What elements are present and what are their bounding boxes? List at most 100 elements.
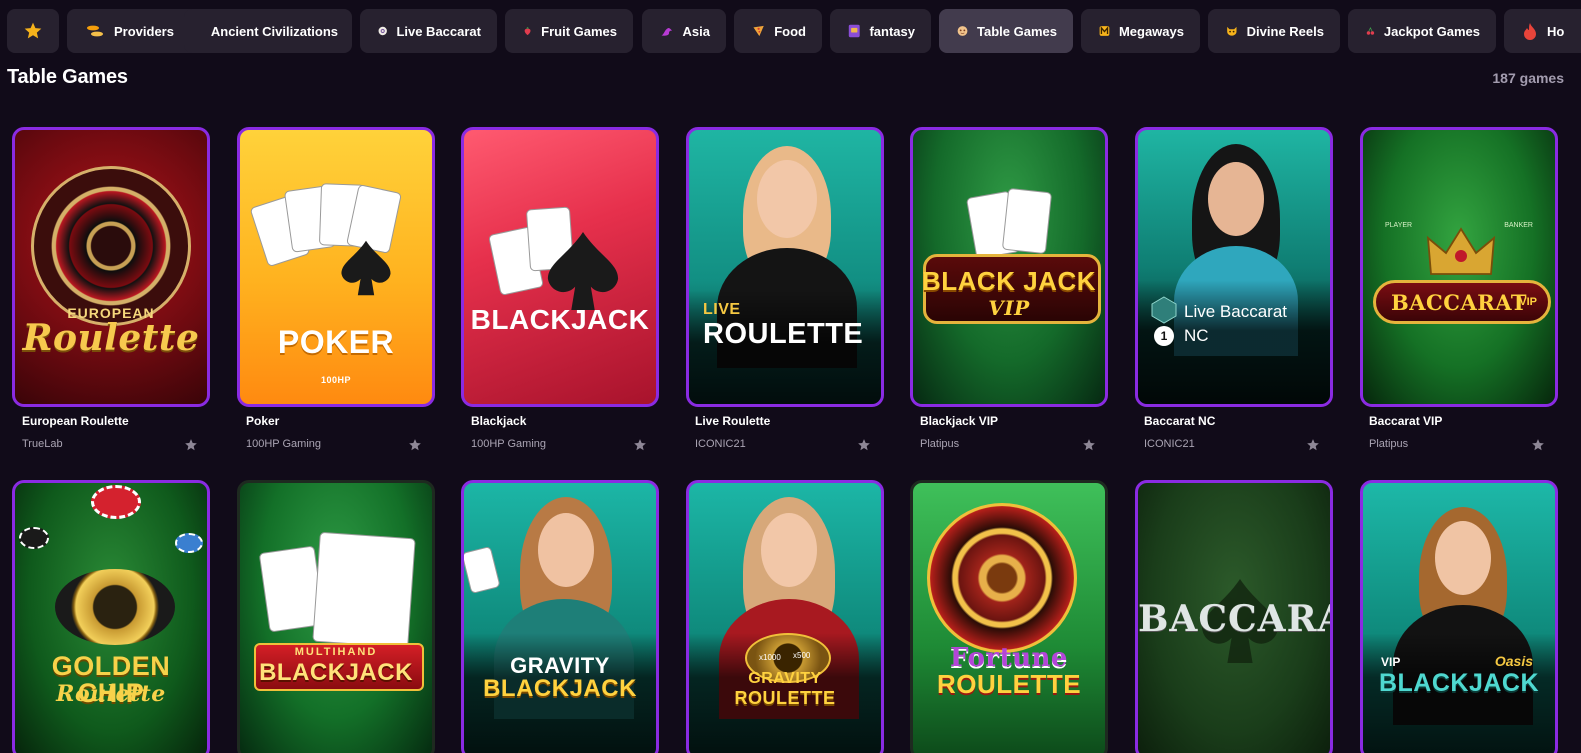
favorite-star-icon[interactable] — [857, 438, 871, 452]
game-art-subtitle: VIP — [1381, 655, 1401, 669]
game-art-title: BLACKJACK — [259, 659, 413, 686]
game-tile-baccarat-nc[interactable]: 1 Live Baccarat NC — [1135, 127, 1333, 407]
game-tile-live-roulette[interactable]: LIVE ROULETTE — [686, 127, 884, 407]
category-chip-fruit-games[interactable]: Fruit Games — [505, 9, 633, 53]
favorite-star-icon[interactable] — [1082, 438, 1096, 452]
category-chip-hot[interactable]: Ho — [1504, 9, 1581, 53]
playing-card-art — [1001, 187, 1053, 255]
roulette-wheel-art — [31, 166, 191, 326]
pizza-icon — [753, 25, 764, 37]
spade-icon — [547, 232, 619, 310]
category-chip-table-games[interactable]: Table Games — [939, 9, 1073, 53]
game-art-title: BLACKJACK — [470, 304, 650, 335]
game-tile-baccarat[interactable]: BACCARAT — [1135, 480, 1333, 753]
game-tile-blackjack-vip[interactable]: BLACK JACK VIP — [910, 127, 1108, 407]
favorite-star-icon[interactable] — [408, 438, 422, 452]
favorite-star-icon[interactable] — [633, 438, 647, 452]
casino-chip-art — [175, 533, 203, 553]
game-tile-gravity-roulette[interactable]: x1000 x500 GRAVITY ROULETTE — [686, 480, 884, 753]
category-label: Jackpot Games — [1383, 23, 1480, 39]
game-art-title: BACCARAT — [1138, 598, 1330, 640]
category-chip-food[interactable]: Food — [734, 9, 822, 53]
game-tile-blackjack[interactable]: BLACKJACK — [461, 127, 659, 407]
game-tile-baccarat-vip[interactable]: PLAYER BANKER BACCARAT VIP — [1360, 127, 1558, 407]
dealer-face-art — [538, 513, 594, 587]
category-label: Providers — [114, 23, 174, 39]
game-name[interactable]: Baccarat NC — [1144, 414, 1215, 428]
dealer-face-art — [1435, 521, 1491, 595]
game-art-title: ROULETTE — [703, 318, 864, 350]
player-label: PLAYER — [1385, 222, 1413, 229]
game-name[interactable]: Baccarat VIP — [1369, 414, 1442, 428]
game-art-subtitle: MULTIHAND — [294, 646, 378, 658]
game-art-subtitle: GRAVITY — [510, 653, 610, 678]
studio-logo-icon — [1151, 296, 1177, 324]
casino-chip-art — [19, 527, 49, 549]
game-provider: Platipus — [1369, 438, 1409, 450]
game-art-subtitle: LIVE — [703, 301, 741, 318]
game-name[interactable]: Poker — [246, 414, 279, 428]
category-label: Fruit Games — [541, 23, 617, 39]
game-tile-multihand-blackjack[interactable]: MULTIHAND BLACKJACK — [237, 480, 435, 753]
category-chip-ancient-civilizations[interactable]: Ancient Civilizations — [184, 9, 352, 53]
dice-icon — [957, 26, 968, 36]
golden-chip-art — [55, 569, 175, 645]
fire-icon — [1524, 23, 1536, 40]
category-label: Ancient Civilizations — [210, 23, 338, 39]
game-art-subtitle: VIP — [1519, 296, 1537, 308]
game-name[interactable]: Blackjack — [471, 414, 526, 428]
game-art-subtitle: VIP — [988, 296, 1030, 320]
game-art-subtitle: Roulette — [56, 681, 166, 707]
helmet-icon — [1227, 26, 1237, 36]
game-art-title: BLACKJACK — [483, 675, 637, 702]
category-label: Megaways — [1118, 23, 1184, 39]
roulette-wheel-art — [927, 503, 1077, 653]
category-bar: Providers Ancient Civilizations Live Bac… — [0, 0, 1581, 62]
game-name[interactable]: Live Roulette — [695, 414, 770, 428]
dealer-face-art — [1208, 162, 1264, 236]
category-label: Divine Reels — [1246, 23, 1324, 39]
category-chip-jackpot-games[interactable]: Jackpot Games — [1348, 9, 1496, 53]
game-provider: TrueLab — [22, 438, 63, 450]
game-name[interactable]: Blackjack VIP — [920, 414, 998, 428]
game-tile-poker[interactable]: POKER 100HP — [237, 127, 435, 407]
dealer-face-art — [757, 160, 817, 238]
banker-label: BANKER — [1504, 222, 1533, 229]
category-chip-megaways[interactable]: Megaways — [1081, 9, 1200, 53]
game-art-title: BLACK JACK — [922, 266, 1096, 296]
favorites-chip[interactable] — [7, 9, 59, 53]
game-art-title: POKER — [277, 324, 395, 360]
section-title: Table Games — [7, 66, 128, 88]
playing-card-art — [312, 531, 416, 649]
category-chip-live-baccarat[interactable]: Live Baccarat — [360, 9, 497, 53]
chip-icon — [378, 26, 387, 36]
game-art-subtitle: Fortune — [950, 643, 1068, 673]
category-label: Food — [774, 23, 806, 39]
multiplier-label: x1000 — [759, 653, 781, 662]
m-icon — [1099, 26, 1110, 36]
game-provider: 100HP Gaming — [471, 438, 547, 450]
category-chip-asia[interactable]: Asia — [642, 9, 726, 53]
book-icon — [848, 24, 860, 38]
game-tile-fortune-roulette[interactable]: Fortune ROULETTE — [910, 480, 1108, 753]
coins-icon — [87, 25, 103, 37]
game-provider: ICONIC21 — [1144, 438, 1195, 450]
favorite-star-icon[interactable] — [1531, 438, 1545, 452]
game-provider: 100HP Gaming — [246, 438, 322, 450]
favorite-star-icon[interactable] — [1306, 438, 1320, 452]
game-tile-gravity-blackjack[interactable]: GRAVITY BLACKJACK — [461, 480, 659, 753]
strawberry-icon — [524, 26, 531, 36]
category-label: Asia — [682, 23, 710, 39]
star-icon — [24, 22, 42, 39]
favorite-star-icon[interactable] — [184, 438, 198, 452]
category-chip-divine-reels[interactable]: Divine Reels — [1208, 9, 1340, 53]
dragon-icon — [661, 27, 673, 36]
game-tile-vip-oasis-blackjack[interactable]: VIP Oasis BLACKJACK — [1360, 480, 1558, 753]
game-tile-golden-chip-roulette[interactable]: GOLDEN CHIP Roulette — [12, 480, 210, 753]
category-chip-fantasy[interactable]: fantasy — [830, 9, 931, 53]
game-name[interactable]: European Roulette — [22, 414, 129, 428]
game-art-subtitle: GRAVITY — [748, 670, 822, 687]
category-label: fantasy — [869, 23, 915, 39]
game-art-title: ROULETTE — [734, 688, 836, 708]
game-tile-european-roulette[interactable]: EUROPEAN Roulette — [12, 127, 210, 407]
